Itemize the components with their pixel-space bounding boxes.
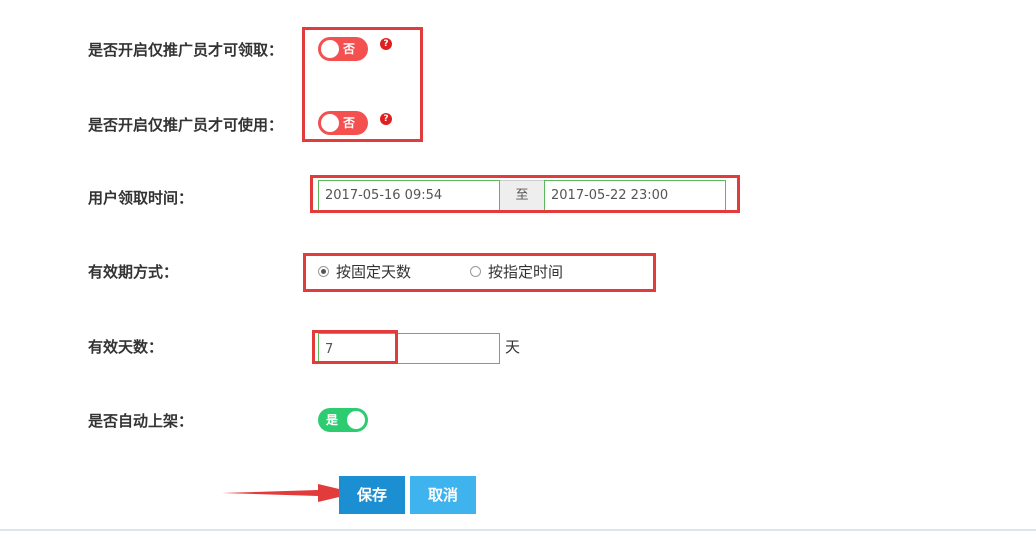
highlight-box-receive-time [310, 175, 740, 213]
highlight-box-toggles [302, 27, 423, 142]
promoter-use-label: 是否开启仅推广员才可使用： [88, 116, 284, 134]
auto-shelf-toggle[interactable]: 是 [318, 408, 368, 432]
valid-days-unit: 天 [505, 338, 521, 356]
validity-mode-label: 有效期方式： [88, 263, 179, 281]
save-button[interactable]: 保存 [339, 476, 405, 514]
toggle-knob [347, 411, 365, 429]
cancel-button[interactable]: 取消 [410, 476, 476, 514]
highlight-box-valid-days [312, 330, 398, 364]
promoter-receive-label: 是否开启仅推广员才可领取： [88, 41, 284, 59]
bottom-divider [0, 529, 1036, 531]
highlight-box-validity-mode [303, 253, 656, 292]
valid-days-label: 有效天数： [88, 338, 164, 356]
arrow-annotation-icon [222, 484, 356, 502]
toggle-text: 是 [326, 413, 339, 427]
receive-time-label: 用户领取时间： [88, 189, 194, 207]
auto-shelf-label: 是否自动上架： [88, 412, 194, 430]
